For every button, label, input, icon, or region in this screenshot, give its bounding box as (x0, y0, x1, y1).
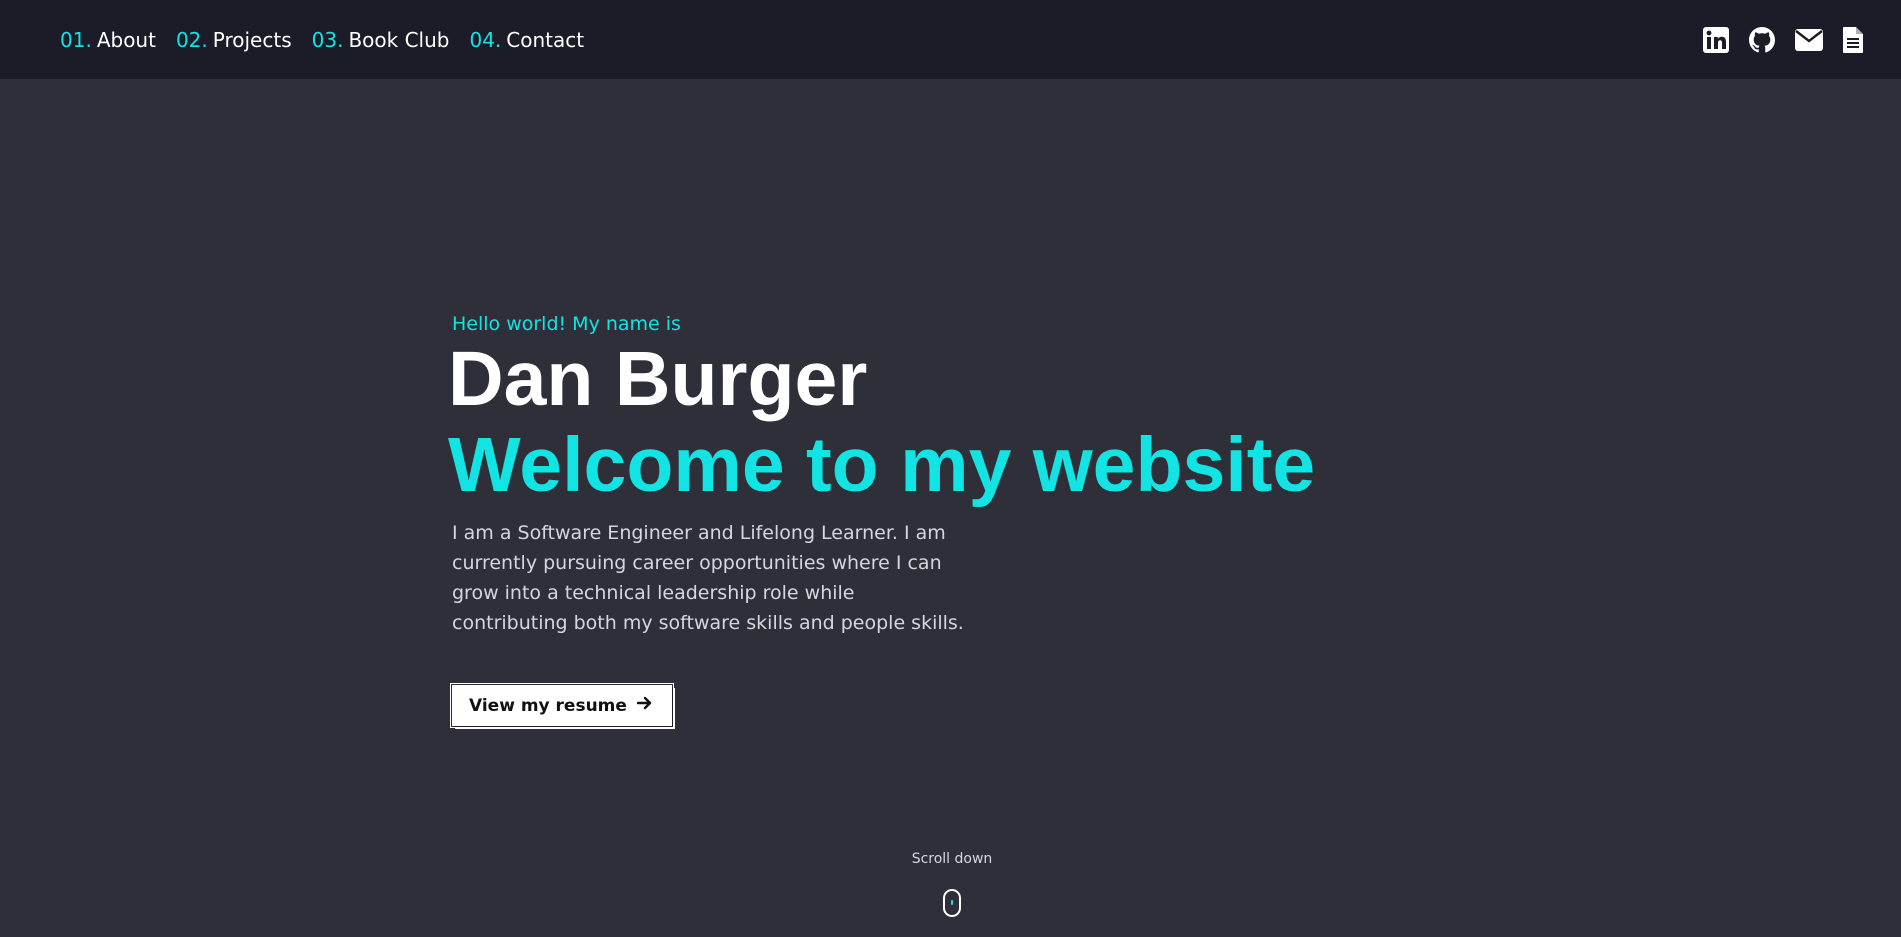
nav-link-about[interactable]: 01. About (60, 28, 156, 52)
mouse-wheel (951, 900, 953, 905)
nav-number: 03. (311, 27, 344, 52)
nav-label: About (96, 27, 156, 52)
nav-number: 02. (175, 27, 208, 52)
navbar: 01. About 02. Projects 03. Book Club 04. Con… (0, 0, 1901, 79)
hero-section: Hello world! My name is Dan Burger Welco… (448, 312, 1316, 728)
view-resume-button[interactable]: View my resume (450, 683, 674, 728)
nav-number: 01. (60, 27, 92, 52)
scroll-down-label: Scroll down (911, 851, 993, 867)
nav-label: Contact (506, 27, 585, 52)
nav-link-contact[interactable]: 04. Contact (469, 28, 584, 52)
hero-tagline: Welcome to my website (448, 422, 1316, 508)
nav-links: 01. About 02. Projects 03. Book Club 04. Con… (60, 28, 584, 52)
linkedin-icon[interactable] (1703, 26, 1729, 53)
hero-name: Dan Burger (448, 336, 868, 422)
hero-greeting: Hello world! My name is (452, 313, 681, 335)
resume-document-icon[interactable] (1843, 26, 1863, 53)
social-links (1703, 26, 1863, 53)
github-icon[interactable] (1749, 26, 1775, 53)
scroll-down-indicator[interactable]: Scroll down (0, 851, 1901, 917)
nav-label: Book Club (348, 27, 450, 52)
mouse-icon (943, 889, 961, 917)
mail-icon[interactable] (1795, 27, 1823, 53)
nav-number: 04. (469, 27, 502, 52)
nav-link-projects[interactable]: 02. Projects (176, 28, 292, 52)
nav-link-book-club[interactable]: 03. Book Club (312, 28, 450, 52)
hero-intro: I am a Software Engineer and Lifelong Le… (452, 522, 964, 634)
arrow-right-icon (636, 695, 653, 716)
nav-label: Projects (212, 27, 292, 52)
view-resume-label: View my resume (469, 695, 627, 716)
